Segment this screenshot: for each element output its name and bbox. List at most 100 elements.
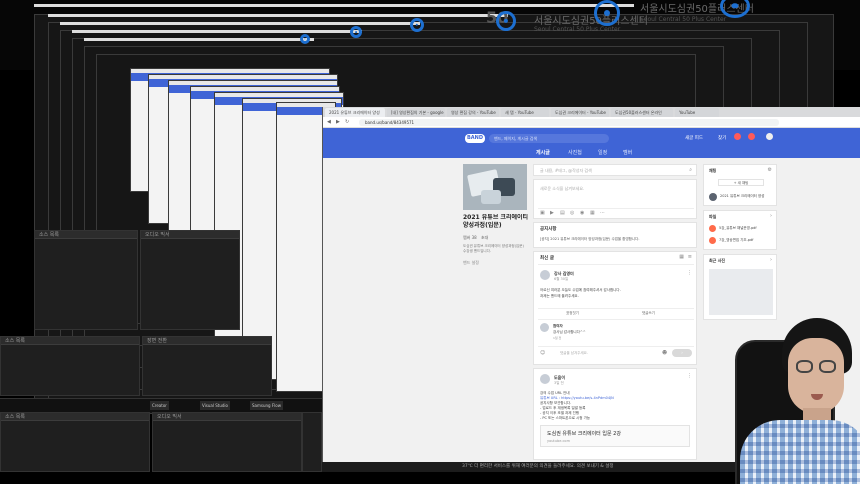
comment-submit-button[interactable]: ›: [672, 349, 692, 357]
browser-tab[interactable]: 새 탭 - YouTube: [501, 108, 549, 117]
windows-taskbar: Creator Visual Studio Samsung Flow: [0, 398, 322, 412]
file-item[interactable]: 7강_영상편집 기초.pdf: [719, 238, 775, 243]
center-logo-icon: [594, 0, 620, 26]
taskbar-item[interactable]: Visual Studio: [200, 401, 230, 410]
browser-tab[interactable]: [내] 영상편집의 기본 - google: [387, 108, 445, 117]
band-header: BAND 밴드, 페이지, 게시글 검색 새글 피드 찾기 게시글 사진첩 일정…: [323, 128, 860, 160]
post-body: 과제는 밴드에 올려주세요.: [540, 294, 579, 298]
video-icon[interactable]: ▶: [550, 210, 554, 216]
grid-view-icon[interactable]: ▦: [679, 254, 684, 260]
chevron-right-icon[interactable]: ›: [770, 257, 772, 263]
browser-tab[interactable]: 2021 유튜브 크리에이터 양성: [325, 108, 385, 117]
band-settings-link[interactable]: 밴드 설정: [463, 260, 479, 266]
list-view-icon[interactable]: ≡: [688, 254, 692, 260]
window-edge: [48, 14, 508, 17]
sticker-icon[interactable]: ☻: [662, 350, 667, 356]
center-name-en: Seoul Central 50 Plus Center: [534, 26, 621, 33]
chat-item[interactable]: 2021 유튜브 크리에이터 양성: [720, 194, 774, 199]
author-avatar[interactable]: [540, 270, 550, 280]
obs-mixer-panel: 오디오 믹서: [140, 230, 240, 330]
location-icon[interactable]: ◉: [580, 210, 584, 216]
photo-thumbnail[interactable]: [709, 269, 773, 315]
chat-settings-icon[interactable]: ⚙: [768, 167, 772, 173]
profile-avatar[interactable]: [766, 133, 773, 140]
link-preview-url: youtube.com: [547, 439, 570, 443]
find-link[interactable]: 찾기: [718, 135, 726, 141]
window-edge: [72, 30, 362, 33]
notice-item[interactable]: [공지] 2021 유튜브 크리에이터 양성과정(입문) 수업을 환영합니다.: [540, 237, 690, 242]
notice-card: 공지사항 [공지] 2021 유튜브 크리에이터 양성과정(입문) 수업을 환영…: [533, 222, 697, 248]
center-logo-icon: [350, 26, 362, 38]
obs-transition-panel: 장면 전환: [142, 336, 272, 396]
notice-title: 공지사항: [540, 227, 557, 232]
chat-widget: 채팅 ⚙ + 새 채팅 2021 유튜브 크리에이터 양성: [703, 164, 777, 206]
photo-icon[interactable]: ▣: [540, 210, 545, 216]
post-time: 6월 30일: [554, 277, 569, 281]
comment-button[interactable]: 댓글쓰기: [642, 311, 655, 316]
member-count[interactable]: 멤버 38: [463, 235, 477, 241]
obs-controls-panel: [302, 412, 322, 472]
back-icon[interactable]: ◀: [327, 119, 333, 125]
taskbar-item[interactable]: Creator: [150, 401, 169, 410]
address-bar-row: ◀ ▶ ↻ band.us/band/84349571: [323, 117, 860, 128]
tab-members[interactable]: 멤버: [623, 149, 632, 156]
feed-card: 최신 글 ▦ ≡ 강사 김영미 6월 30일 ⋮ 어르신 여러분 오늘도 수업에…: [533, 251, 697, 365]
browser-tab[interactable]: YouTube: [675, 108, 719, 117]
post-menu-icon[interactable]: ⋮: [687, 373, 692, 379]
write-post-card[interactable]: 새로운 소식을 남겨보세요. ▣ ▶ ▤ ◎ ◉ ▦ ⋯: [533, 179, 697, 219]
window-edge: [34, 4, 634, 7]
window-edge: [60, 22, 420, 25]
author-avatar[interactable]: [540, 374, 550, 384]
browser-tab[interactable]: 영상 편집 강의 - YouTube: [447, 108, 499, 117]
feed-title: 최신 글: [540, 256, 554, 261]
forward-icon[interactable]: ▶: [336, 119, 342, 125]
chat-icon[interactable]: [748, 133, 755, 140]
band-logo[interactable]: BAND: [465, 134, 485, 143]
feed-link[interactable]: 새글 피드: [685, 135, 703, 141]
glasses-right: [819, 360, 836, 373]
like-button[interactable]: 표정짓기: [566, 311, 579, 316]
schedule-icon[interactable]: ▦: [590, 210, 595, 216]
tab-schedule[interactable]: 일정: [598, 149, 607, 156]
post-search-box[interactable]: 글 내용, #태그, @작성자 검색 ⌕: [533, 164, 697, 176]
chevron-right-icon[interactable]: ›: [770, 213, 772, 219]
presenter-shirt: [740, 420, 860, 484]
center-logo-icon: [496, 11, 516, 31]
tab-posts[interactable]: 게시글: [536, 149, 550, 160]
center-name-en: Seoul Central 50 Plus Center: [640, 16, 727, 23]
file-item[interactable]: 5강_유튜브 채널운영.pdf: [719, 226, 775, 231]
browser-tab[interactable]: 도심권50플러스센터 온라인: [611, 108, 673, 117]
tab-photos[interactable]: 사진첩: [568, 149, 582, 156]
url-input[interactable]: band.us/band/84349571: [359, 119, 779, 126]
link-preview-card[interactable]: 도심권 유튜브 크리에이터 입문 2강 youtube.com: [540, 425, 690, 447]
pdf-icon: [709, 237, 716, 244]
more-icon[interactable]: ⋯: [600, 210, 605, 216]
obs-scene-panel: 소스 목록: [34, 230, 138, 330]
band-search-input[interactable]: 밴드, 페이지, 게시글 검색: [489, 134, 609, 143]
glasses-left: [796, 360, 813, 373]
reload-icon[interactable]: ↻: [345, 119, 351, 125]
band-description: 도심권 유튜브 크리에이터 양성과정(입문) 수강생 밴드입니다.: [463, 244, 524, 253]
post-menu-icon[interactable]: ⋮: [687, 270, 692, 276]
band-title: 2021 유튜브 크리에이티 양성과정(입문): [463, 214, 529, 229]
browser-tab[interactable]: 도심권 크리에이터 - YouTube: [551, 108, 609, 117]
center-logo-icon: [300, 34, 310, 44]
notification-icon[interactable]: [734, 133, 741, 140]
poll-icon[interactable]: ◎: [570, 210, 574, 216]
comment-input[interactable]: 댓글을 남겨주세요.: [560, 351, 588, 356]
band-cover-image: [463, 164, 527, 210]
comment-avatar[interactable]: [540, 323, 549, 332]
taskbar-item[interactable]: Samsung Flow: [250, 401, 283, 410]
presenter-mouth: [811, 394, 823, 400]
comment-emoji-icon[interactable]: ☺: [540, 350, 545, 356]
write-placeholder: 새로운 소식을 남겨보세요.: [540, 186, 585, 191]
comment-author[interactable]: 참여자: [553, 324, 563, 329]
tab-strip: 2021 유튜브 크리에이터 양성 [내] 영상편집의 기본 - google …: [323, 107, 860, 117]
search-icon[interactable]: ⌕: [689, 167, 692, 173]
file-icon[interactable]: ▤: [560, 210, 565, 216]
window-edge: [84, 38, 314, 41]
obs-scene-panel: 소스 목록: [0, 336, 140, 396]
new-chat-button[interactable]: + 새 채팅: [718, 179, 764, 186]
files-widget: 파일 › 5강_유튜브 채널운영.pdf 7강_영상편집 기초.pdf: [703, 210, 777, 250]
invite-link[interactable]: 초대: [481, 235, 488, 241]
